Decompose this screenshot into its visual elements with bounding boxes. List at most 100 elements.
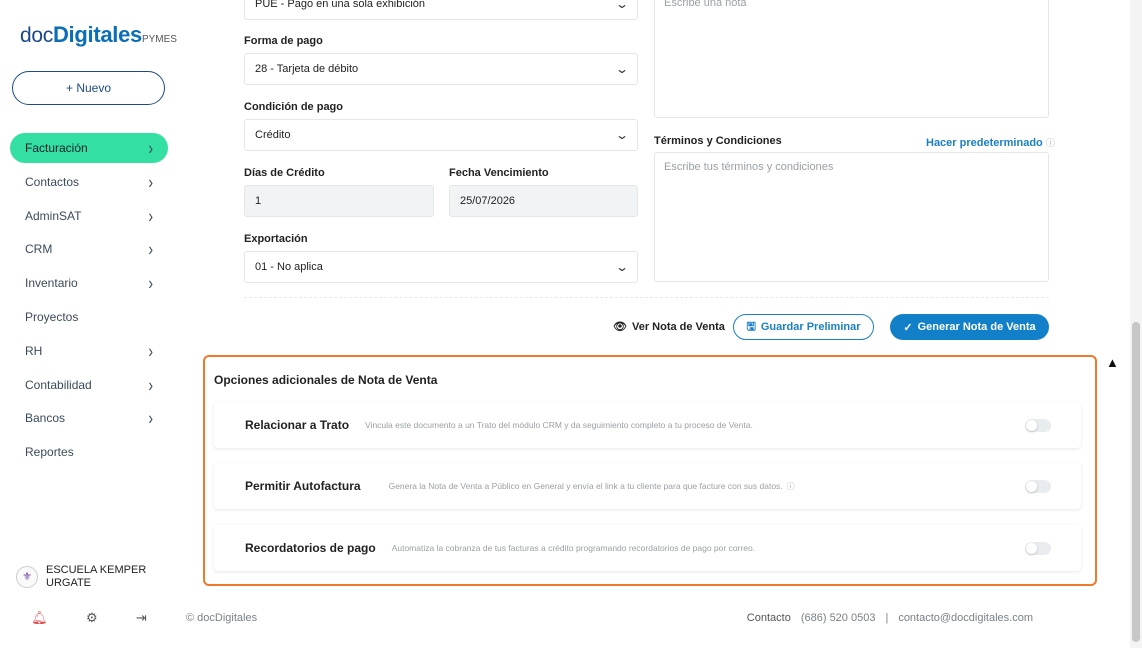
eye-icon: 👁︎ — [613, 321, 627, 333]
exportacion-label: Exportación — [244, 233, 308, 245]
fecha-vencimiento-label: Fecha Vencimiento — [449, 167, 549, 179]
forma-pago-select[interactable]: 28 - Tarjeta de débito ⌄ — [244, 53, 638, 85]
guardar-label: Guardar Preliminar — [760, 321, 861, 333]
school-name-line1: ESCUELA KEMPER — [46, 564, 147, 576]
sidebar-item-contactos[interactable]: Contactos › — [10, 167, 168, 197]
relacionar-trato-toggle[interactable] — [1025, 419, 1051, 432]
hacer-predeterminado-label: Hacer predeterminado — [926, 137, 1043, 149]
chevron-down-icon: ⌄ — [614, 260, 630, 274]
option-title: Recordatorios de pago — [245, 541, 376, 555]
account-switcher[interactable]: ⚜ ESCUELA KEMPER URGATE — [16, 564, 146, 590]
footer-copyright: © docDigitales — [186, 612, 258, 624]
permitir-autofactura-toggle[interactable] — [1025, 480, 1051, 493]
metodo-pago-value: PUE - Pago en una sola exhibición — [255, 0, 425, 10]
brand-bold: Digitales — [52, 22, 142, 47]
sidebar-item-label: Reportes — [25, 445, 74, 460]
school-name-line2: URGATE — [46, 577, 92, 589]
sidebar-item-crm[interactable]: CRM › — [10, 234, 168, 264]
sidebar-item-label: Inventario — [25, 276, 78, 291]
condicion-pago-value: Crédito — [255, 129, 291, 141]
logout-icon[interactable]: ⇥ — [136, 610, 147, 626]
sidebar-item-bancos[interactable]: Bancos › — [10, 403, 168, 433]
sidebar-item-adminsat[interactable]: AdminSAT › — [10, 201, 168, 231]
sidebar-item-facturacion[interactable]: Facturación › — [10, 133, 168, 163]
sidebar-item-inventario[interactable]: Inventario › — [10, 268, 168, 298]
nota-textarea[interactable]: Escribe una nota — [654, 0, 1049, 118]
recordatorios-pago-toggle[interactable] — [1025, 542, 1051, 555]
terminos-textarea[interactable]: Escribe tus términos y condiciones — [654, 152, 1049, 282]
brand-suffix: PYMES — [141, 34, 177, 45]
mouse-cursor-icon: ▲ — [1106, 355, 1119, 370]
chevron-right-icon: › — [148, 238, 153, 260]
footer-email[interactable]: contacto@docdigitales.com — [898, 612, 1033, 624]
gear-icon[interactable]: ⚙ — [86, 610, 98, 626]
exportacion-select[interactable]: 01 - No aplica ⌄ — [244, 251, 638, 283]
chevron-right-icon: › — [148, 171, 153, 193]
fecha-vencimiento-field[interactable]: 25/07/2026 — [449, 185, 638, 217]
condicion-pago-select[interactable]: Crédito ⌄ — [244, 119, 638, 151]
chevron-right-icon: › — [148, 205, 153, 226]
toggle-knob — [1026, 481, 1037, 492]
sidebar-footer-icons: 🔔︎ ⚙ ⇥ — [0, 610, 178, 626]
sidebar-item-proyectos[interactable]: Proyectos — [10, 302, 168, 332]
nota-placeholder: Escribe una nota — [664, 0, 747, 9]
chevron-right-icon: › — [148, 374, 153, 395]
option-desc: Genera la Nota de Venta a Público en Gen… — [388, 481, 783, 491]
toggle-knob — [1026, 420, 1037, 431]
check-circle-icon: ✓ — [903, 321, 913, 334]
dias-credito-label: Días de Crédito — [244, 167, 325, 179]
sidebar-item-contabilidad[interactable]: Contabilidad › — [10, 370, 168, 400]
sidebar-item-label: Contabilidad — [25, 377, 92, 392]
generar-label: Generar Nota de Venta — [917, 321, 1036, 333]
footer-contacto-link[interactable]: Contacto — [747, 612, 791, 624]
sidebar: docDigitalesPYMES + Nuevo Facturación › C… — [0, 0, 178, 648]
chevron-right-icon: › — [148, 340, 153, 362]
toggle-knob — [1026, 543, 1037, 554]
sidebar-item-label: Contactos — [25, 174, 80, 189]
footer-contact: Contacto (686) 520 0503 | contacto@docdi… — [747, 612, 1033, 624]
chevron-down-icon: ⌄ — [614, 62, 630, 76]
metodo-pago-select[interactable]: PUE - Pago en una sola exhibición ⌄ — [244, 0, 638, 20]
scrollbar-thumb[interactable] — [1132, 322, 1140, 642]
dias-credito-field[interactable]: 1 — [244, 185, 434, 217]
dias-credito-value: 1 — [255, 195, 262, 207]
footer-separator: | — [885, 612, 889, 624]
opciones-title: Opciones adicionales de Nota de Venta — [214, 373, 438, 387]
terminos-label: Términos y Condiciones — [654, 135, 782, 147]
save-icon: 🖫︎ — [746, 320, 756, 333]
bell-icon[interactable]: 🔔︎ — [31, 610, 48, 626]
sidebar-item-label: Proyectos — [25, 309, 79, 324]
sidebar-nav: Facturación › Contactos › AdminSAT › CRM › I… — [10, 133, 168, 471]
generar-nota-button[interactable]: ✓ Generar Nota de Venta — [890, 314, 1049, 340]
terminos-placeholder: Escribe tus términos y condiciones — [664, 161, 834, 173]
ver-nota-button[interactable]: 👁︎ Ver Nota de Venta — [613, 320, 725, 334]
chevron-right-icon: › — [148, 272, 153, 294]
forma-pago-value: 28 - Tarjeta de débito — [255, 63, 359, 75]
info-icon: ⓘ — [1045, 138, 1055, 148]
school-name: ESCUELA KEMPER URGATE — [46, 564, 146, 590]
sidebar-item-label: CRM — [25, 242, 53, 257]
sidebar-item-reportes[interactable]: Reportes — [10, 437, 168, 467]
option-relacionar-trato: Relacionar a Trato Vincula este document… — [214, 402, 1081, 448]
sidebar-item-label: RH — [25, 343, 43, 358]
guardar-preliminar-button[interactable]: 🖫︎ Guardar Preliminar — [733, 314, 874, 340]
brand-prefix: doc — [20, 24, 53, 47]
sidebar-item-rh[interactable]: RH › — [10, 336, 168, 366]
ver-nota-label: Ver Nota de Venta — [631, 320, 725, 333]
chevron-down-icon: ⌄ — [614, 0, 630, 11]
option-permitir-autofactura: Permitir Autofactura Genera la Nota de V… — [214, 463, 1081, 509]
option-title: Relacionar a Trato — [245, 418, 350, 432]
chevron-down-icon: ⌄ — [614, 128, 630, 142]
section-divider — [244, 297, 1049, 298]
school-avatar: ⚜ — [16, 566, 38, 588]
brand-logo[interactable]: docDigitalesPYMES — [20, 22, 177, 48]
hacer-predeterminado-link[interactable]: Hacer predeterminado ⓘ — [926, 136, 1055, 149]
new-button[interactable]: + Nuevo — [12, 71, 165, 105]
opciones-adicionales-panel: Opciones adicionales de Nota de Venta Re… — [203, 355, 1097, 586]
chevron-right-icon: › — [148, 407, 153, 429]
info-icon: ⓘ — [786, 481, 795, 491]
sidebar-item-label: AdminSAT — [25, 208, 82, 223]
fecha-vencimiento-value: 25/07/2026 — [460, 195, 516, 207]
sidebar-item-label: Facturación — [25, 141, 88, 155]
footer-phone: (686) 520 0503 — [800, 612, 876, 624]
